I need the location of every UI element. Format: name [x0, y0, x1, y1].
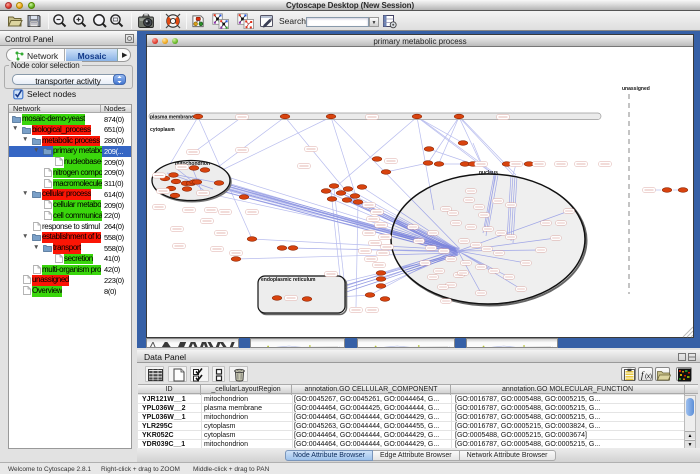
svg-text:nucleus: nucleus	[479, 170, 498, 176]
svg-text:cytoplasm: cytoplasm	[150, 127, 175, 133]
svg-text:endoplasmic reticulum: endoplasmic reticulum	[261, 277, 316, 283]
svg-text:(x): (x)	[645, 374, 652, 380]
svg-text:unassigned: unassigned	[622, 86, 650, 92]
svg-text:plasma membrane: plasma membrane	[150, 115, 194, 121]
